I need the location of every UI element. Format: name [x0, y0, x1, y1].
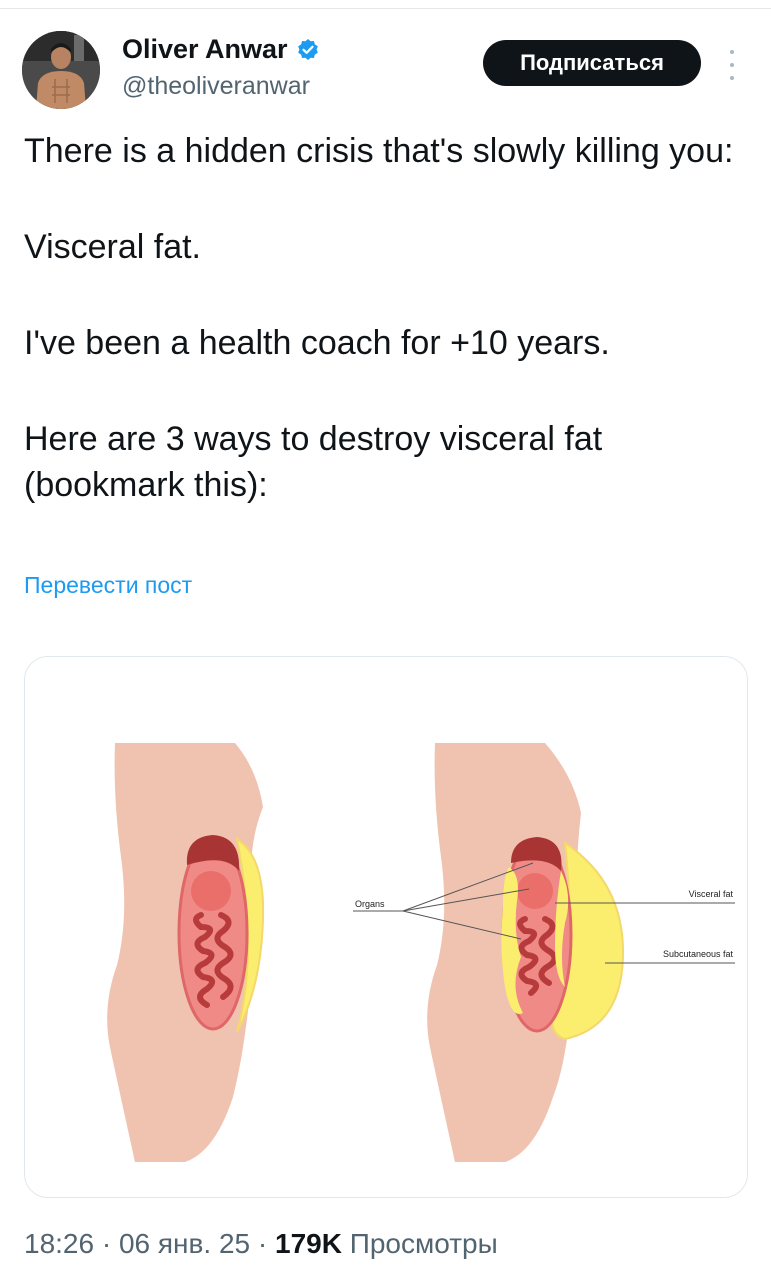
views-count: 179K [275, 1228, 342, 1259]
meta-separator: · [257, 1228, 268, 1259]
organs-label: Organs [355, 899, 385, 909]
post-time[interactable]: 18:26 [24, 1228, 94, 1259]
tweet-header: Oliver Anwar @theoliveranwar Подписаться [0, 28, 771, 109]
tweet-paragraph: Here are 3 ways to destroy visceral fat … [24, 420, 603, 504]
tweet-media-image[interactable]: Organs Visceral fat Subcutaneous fat [24, 656, 748, 1198]
visceral-fat-label: Visceral fat [689, 889, 734, 899]
user-handle[interactable]: @theoliveranwar [122, 72, 310, 101]
display-name[interactable]: Oliver Anwar [122, 34, 288, 65]
subcutaneous-fat-label: Subcutaneous fat [663, 949, 734, 959]
tweet-meta: 18:26 · 06 янв. 25 · 179K Просмотры [24, 1228, 498, 1260]
top-divider [0, 8, 771, 9]
name-row: Oliver Anwar [122, 34, 320, 65]
views-label: Просмотры [349, 1228, 498, 1259]
body-right [427, 743, 625, 1162]
subscribe-button[interactable]: Подписаться [483, 40, 701, 86]
tweet-paragraph: Visceral fat. [24, 228, 202, 266]
tweet-text: There is a hidden crisis that's slowly k… [24, 128, 749, 508]
tweet-paragraph: I've been a health coach for +10 years. [24, 324, 610, 362]
post-date[interactable]: 06 янв. 25 [119, 1228, 250, 1259]
avatar[interactable] [22, 31, 100, 109]
translate-post-link[interactable]: Перевести пост [24, 572, 192, 599]
verified-badge-icon [296, 38, 320, 62]
more-vertical-icon[interactable] [722, 50, 742, 80]
meta-separator: · [101, 1228, 112, 1259]
visceral-fat-diagram: Organs Visceral fat Subcutaneous fat [107, 743, 735, 1162]
tweet-paragraph: There is a hidden crisis that's slowly k… [24, 132, 734, 170]
body-left [107, 743, 265, 1162]
profile-photo-icon [22, 31, 100, 109]
